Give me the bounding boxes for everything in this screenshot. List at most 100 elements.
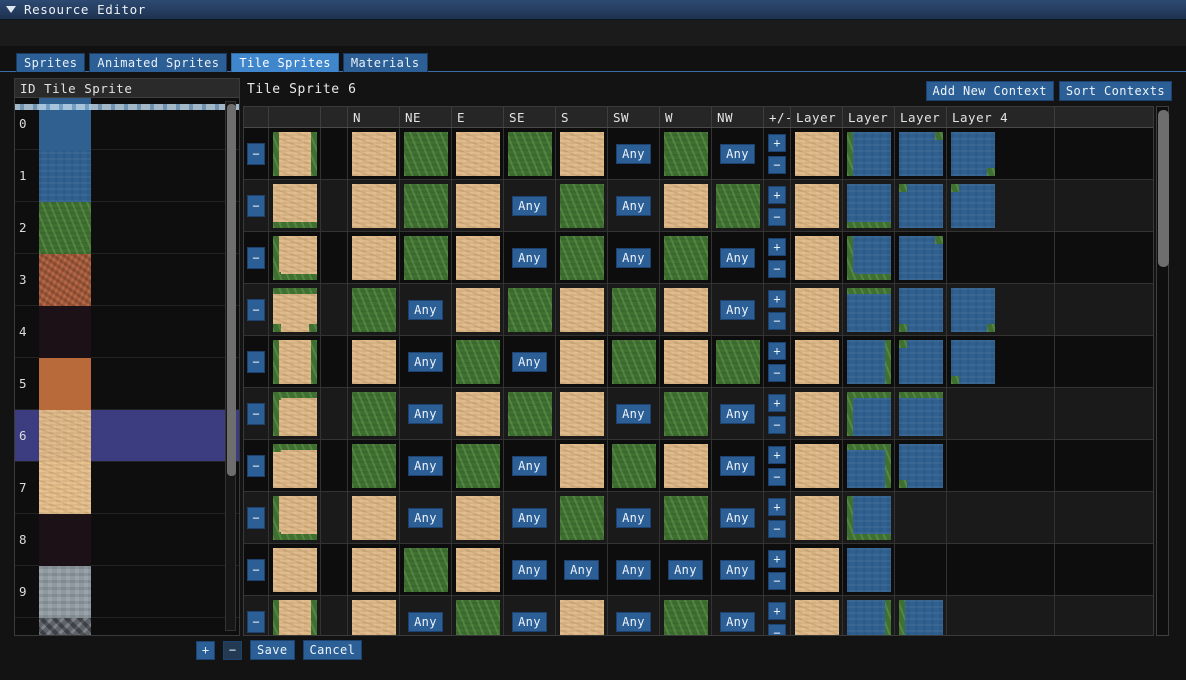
sort-contexts-button[interactable]: Sort Contexts <box>1058 81 1172 101</box>
layer-cell-3[interactable] <box>895 232 947 283</box>
remove-layer-button[interactable]: − <box>768 571 786 590</box>
layer-cell-3[interactable] <box>895 440 947 491</box>
remove-context-button[interactable]: − <box>247 506 265 529</box>
neighbor-cell-se[interactable]: Any <box>504 492 556 543</box>
neighbor-cell-ne[interactable] <box>400 128 452 179</box>
any-badge[interactable]: Any <box>408 611 443 632</box>
layer-cell-2[interactable] <box>843 596 895 635</box>
neighbor-cell-se[interactable]: Any <box>504 336 556 387</box>
list-item[interactable]: 3 <box>15 253 239 306</box>
neighbor-cell-w[interactable] <box>660 596 712 635</box>
neighbor-cell-e[interactable] <box>452 388 504 439</box>
neighbor-cell-e[interactable] <box>452 544 504 595</box>
any-badge[interactable]: Any <box>512 611 547 632</box>
neighbor-cell-nw[interactable]: Any <box>712 284 764 335</box>
neighbor-cell-nw[interactable]: Any <box>712 232 764 283</box>
neighbor-cell-nw[interactable]: Any <box>712 596 764 635</box>
any-badge[interactable]: Any <box>720 507 755 528</box>
neighbor-cell-s[interactable] <box>556 440 608 491</box>
layer-cell-1[interactable] <box>791 336 843 387</box>
layer-cell-2[interactable] <box>843 180 895 231</box>
any-badge[interactable]: Any <box>512 247 547 268</box>
neighbor-cell-sw[interactable]: Any <box>608 388 660 439</box>
remove-layer-button[interactable]: − <box>768 207 786 226</box>
neighbor-cell-ne[interactable] <box>400 544 452 595</box>
layer-cell-1[interactable] <box>791 440 843 491</box>
neighbor-cell-s[interactable] <box>556 284 608 335</box>
list-item[interactable]: 2 <box>15 201 239 254</box>
neighbor-cell-w[interactable] <box>660 492 712 543</box>
add-layer-button[interactable]: + <box>768 445 786 464</box>
layer-cell-3[interactable] <box>895 492 947 543</box>
any-badge[interactable]: Any <box>512 559 547 580</box>
left-scrollbar[interactable] <box>225 101 236 631</box>
any-badge[interactable]: Any <box>668 559 703 580</box>
neighbor-cell-n[interactable] <box>348 544 400 595</box>
neighbor-cell-n[interactable] <box>348 440 400 491</box>
neighbor-cell-ne[interactable]: Any <box>400 336 452 387</box>
remove-context-button[interactable]: − <box>247 142 265 165</box>
layer-cell-2[interactable] <box>843 440 895 491</box>
neighbor-cell-n[interactable] <box>348 596 400 635</box>
neighbor-cell-e[interactable] <box>452 284 504 335</box>
list-item[interactable]: 8 <box>15 513 239 566</box>
add-layer-button[interactable]: + <box>768 549 786 568</box>
triangle-down-icon[interactable] <box>6 6 16 13</box>
any-badge[interactable]: Any <box>616 507 651 528</box>
context-preview-cell[interactable] <box>269 180 321 231</box>
list-item[interactable]: 9 <box>15 565 239 618</box>
remove-layer-button[interactable]: − <box>768 259 786 278</box>
add-layer-button[interactable]: + <box>768 341 786 360</box>
neighbor-cell-s[interactable]: Any <box>556 544 608 595</box>
any-badge[interactable]: Any <box>616 143 651 164</box>
neighbor-cell-nw[interactable] <box>712 180 764 231</box>
neighbor-cell-w[interactable] <box>660 388 712 439</box>
any-badge[interactable]: Any <box>512 507 547 528</box>
neighbor-cell-sw[interactable]: Any <box>608 596 660 635</box>
tile-sprite-list[interactable]: 0 1 2 3 4 5 6 7 8 9 10 <box>15 97 239 635</box>
neighbor-cell-nw[interactable]: Any <box>712 544 764 595</box>
add-layer-button[interactable]: + <box>768 133 786 152</box>
neighbor-cell-ne[interactable]: Any <box>400 284 452 335</box>
neighbor-cell-e[interactable] <box>452 232 504 283</box>
neighbor-cell-nw[interactable]: Any <box>712 440 764 491</box>
neighbor-cell-n[interactable] <box>348 336 400 387</box>
layer-cell-3[interactable] <box>895 284 947 335</box>
neighbor-cell-se[interactable]: Any <box>504 596 556 635</box>
list-item[interactable]: 1 <box>15 149 239 202</box>
layer-cell-4[interactable] <box>947 544 1055 595</box>
neighbor-cell-se[interactable]: Any <box>504 232 556 283</box>
add-layer-button[interactable]: + <box>768 237 786 256</box>
neighbor-cell-se[interactable] <box>504 284 556 335</box>
any-badge[interactable]: Any <box>408 507 443 528</box>
context-preview-cell[interactable] <box>269 596 321 635</box>
context-preview-cell[interactable] <box>269 388 321 439</box>
neighbor-cell-n[interactable] <box>348 180 400 231</box>
layer-cell-2[interactable] <box>843 284 895 335</box>
layer-cell-1[interactable] <box>791 544 843 595</box>
add-layer-button[interactable]: + <box>768 289 786 308</box>
add-layer-button[interactable]: + <box>768 497 786 516</box>
layer-cell-2[interactable] <box>843 336 895 387</box>
neighbor-cell-w[interactable] <box>660 128 712 179</box>
layer-cell-4[interactable] <box>947 596 1055 635</box>
layer-cell-3[interactable] <box>895 180 947 231</box>
add-layer-button[interactable]: + <box>768 393 786 412</box>
any-badge[interactable]: Any <box>720 143 755 164</box>
layer-cell-2[interactable] <box>843 388 895 439</box>
neighbor-cell-s[interactable] <box>556 232 608 283</box>
neighbor-cell-w[interactable]: Any <box>660 544 712 595</box>
context-preview-cell[interactable] <box>269 336 321 387</box>
neighbor-cell-w[interactable] <box>660 440 712 491</box>
any-badge[interactable]: Any <box>408 403 443 424</box>
neighbor-cell-e[interactable] <box>452 336 504 387</box>
neighbor-cell-e[interactable] <box>452 596 504 635</box>
neighbor-cell-sw[interactable] <box>608 440 660 491</box>
layer-cell-1[interactable] <box>791 492 843 543</box>
context-preview-cell[interactable] <box>269 440 321 491</box>
any-badge[interactable]: Any <box>720 611 755 632</box>
context-preview-cell[interactable] <box>269 128 321 179</box>
layer-cell-4[interactable] <box>947 388 1055 439</box>
neighbor-cell-w[interactable] <box>660 336 712 387</box>
neighbor-cell-nw[interactable]: Any <box>712 128 764 179</box>
